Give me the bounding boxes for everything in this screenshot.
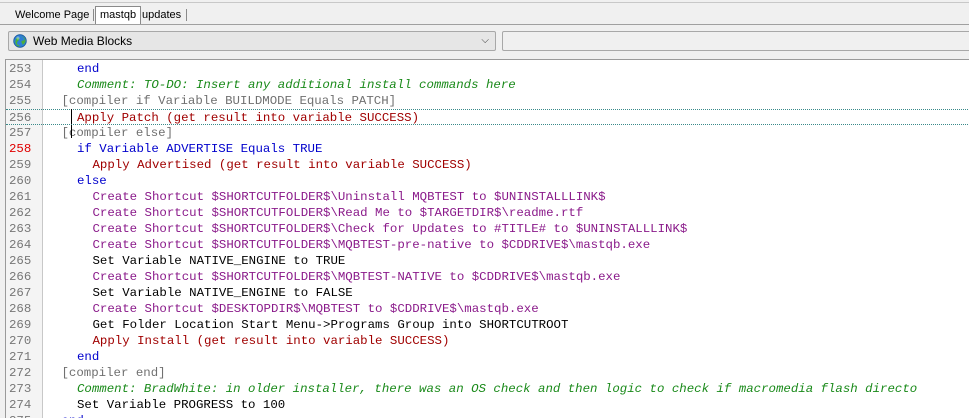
code-line[interactable]: 257 [compiler else] [6, 125, 969, 141]
code-text: Comment: TO-DO: Insert any additional in… [77, 78, 516, 92]
tab-bar-top-border [0, 2, 969, 3]
editor-toolbar: Web Media Blocks ⌵ [0, 26, 969, 58]
line-number: 272 [9, 366, 32, 380]
code-text: Create Shortcut $SHORTCUTFOLDER$\Uninsta… [92, 190, 606, 204]
line-number: 266 [9, 270, 32, 284]
code-line[interactable]: 274 Set Variable PROGRESS to 100 [6, 397, 969, 413]
code-text: Create Shortcut $SHORTCUTFOLDER$\MQBTEST… [92, 270, 621, 284]
code-text: Apply Advertised (get result into variab… [92, 158, 472, 172]
code-line[interactable]: 255 [compiler if Variable BUILDMODE Equal… [6, 93, 969, 109]
line-number: 268 [9, 302, 32, 316]
code-line[interactable]: 254 Comment: TO-DO: Insert any additional… [6, 77, 969, 93]
line-number: 262 [9, 206, 32, 220]
line-number: 259 [9, 158, 32, 172]
code-text: Apply Patch (get result into variable SU… [77, 111, 420, 125]
code-line[interactable]: 262 Create Shortcut $SHORTCUTFOLDER$\Read… [6, 205, 969, 221]
member-selector-combo[interactable] [502, 31, 969, 51]
code-line[interactable]: 258 if Variable ADVERTISE Equals TRUE [6, 141, 969, 157]
code-text: end [77, 350, 100, 364]
line-number: 265 [9, 254, 32, 268]
code-text: Create Shortcut $SHORTCUTFOLDER$\Check f… [92, 222, 688, 236]
code-line[interactable]: 272 [compiler end] [6, 365, 969, 381]
code-line[interactable]: 275 end [6, 413, 969, 418]
code-text: [compiler else] [61, 126, 174, 140]
code-text: Get Folder Location Start Menu->Programs… [92, 318, 569, 332]
code-text: end [77, 62, 100, 76]
code-line[interactable]: 253 end [6, 61, 969, 77]
line-number: 271 [9, 350, 32, 364]
code-line[interactable]: 270 Apply Install (get result into variab… [6, 333, 969, 349]
code-line[interactable]: 261 Create Shortcut $SHORTCUTFOLDER$\Unin… [6, 189, 969, 205]
document-tab-bar: Welcome Page mastqb updates [0, 0, 969, 26]
code-line[interactable]: 273 Comment: BradWhite: in older installe… [6, 381, 969, 397]
code-line[interactable]: 259 Apply Advertised (get result into var… [6, 157, 969, 173]
object-selector-label: Web Media Blocks [33, 34, 133, 48]
line-number: 267 [9, 286, 32, 300]
code-text: Create Shortcut $SHORTCUTFOLDER$\MQBTEST… [92, 238, 651, 252]
line-number: 257 [9, 126, 32, 140]
code-line[interactable]: 267 Set Variable NATIVE_ENGINE to FALSE [6, 285, 969, 301]
line-number: 258 [9, 142, 32, 156]
code-text: Create Shortcut $SHORTCUTFOLDER$\Read Me… [92, 206, 584, 220]
code-line[interactable]: 271 end [6, 349, 969, 365]
code-text: Create Shortcut $DESKTOPDIR$\MQBTEST to … [92, 302, 539, 316]
tab-mastqb[interactable]: mastqb [95, 6, 142, 24]
chevron-down-icon[interactable]: ⌵ [481, 35, 489, 46]
tab-separator [186, 9, 187, 21]
text-cursor [71, 109, 72, 124]
line-number: 254 [9, 78, 32, 92]
line-number: 263 [9, 222, 32, 236]
text-cursor [71, 125, 72, 138]
line-number: 255 [9, 94, 32, 108]
code-text: Set Variable NATIVE_ENGINE to TRUE [92, 254, 346, 268]
code-line[interactable]: 268 Create Shortcut $DESKTOPDIR$\MQBTEST … [6, 301, 969, 317]
code-line[interactable]: 266 Create Shortcut $SHORTCUTFOLDER$\MQBT… [6, 269, 969, 285]
tab-bar-bottom-border [0, 24, 969, 25]
code-text: Apply Install (get result into variable … [92, 334, 450, 348]
script-editor[interactable]: 253 end 254 Comment: TO-DO: Insert any addi… [5, 59, 969, 418]
code-text: Set Variable NATIVE_ENGINE to FALSE [92, 286, 353, 300]
object-selector-combo[interactable]: Web Media Blocks ⌵ [8, 31, 496, 51]
line-number: 273 [9, 382, 32, 396]
code-text: Comment: BradWhite: in older installer, … [77, 382, 918, 396]
line-number: 264 [9, 238, 32, 252]
tab-welcome-page[interactable]: Welcome Page [11, 7, 93, 23]
line-number: 261 [9, 190, 32, 204]
code-line[interactable]: 256 Apply Patch (get result into variable… [6, 109, 969, 125]
line-number: 253 [9, 62, 32, 76]
line-number: 274 [9, 398, 32, 412]
code-text: if Variable ADVERTISE Equals TRUE [77, 142, 323, 156]
code-text: Set Variable PROGRESS to 100 [77, 398, 286, 412]
line-number: 269 [9, 318, 32, 332]
line-number: 275 [9, 413, 37, 418]
line-number: 256 [9, 111, 32, 125]
code-line[interactable]: 264 Create Shortcut $SHORTCUTFOLDER$\MQBT… [6, 237, 969, 253]
code-line[interactable]: 269 Get Folder Location Start Menu->Progr… [6, 317, 969, 333]
code-line[interactable]: 263 Create Shortcut $SHORTCUTFOLDER$\Chec… [6, 221, 969, 237]
line-number: 260 [9, 174, 32, 188]
globe-icon [13, 34, 27, 48]
code-line[interactable]: 260 else [6, 173, 969, 189]
code-text: else [77, 174, 107, 188]
code-text: [compiler if Variable BUILDMODE Equals P… [61, 94, 397, 108]
line-number: 270 [9, 334, 32, 348]
code-text: end [62, 413, 84, 418]
tab-updates[interactable]: updates [138, 7, 185, 23]
code-text: [compiler end] [61, 366, 166, 380]
tab-separator [93, 9, 94, 21]
code-line[interactable]: 265 Set Variable NATIVE_ENGINE to TRUE [6, 253, 969, 269]
